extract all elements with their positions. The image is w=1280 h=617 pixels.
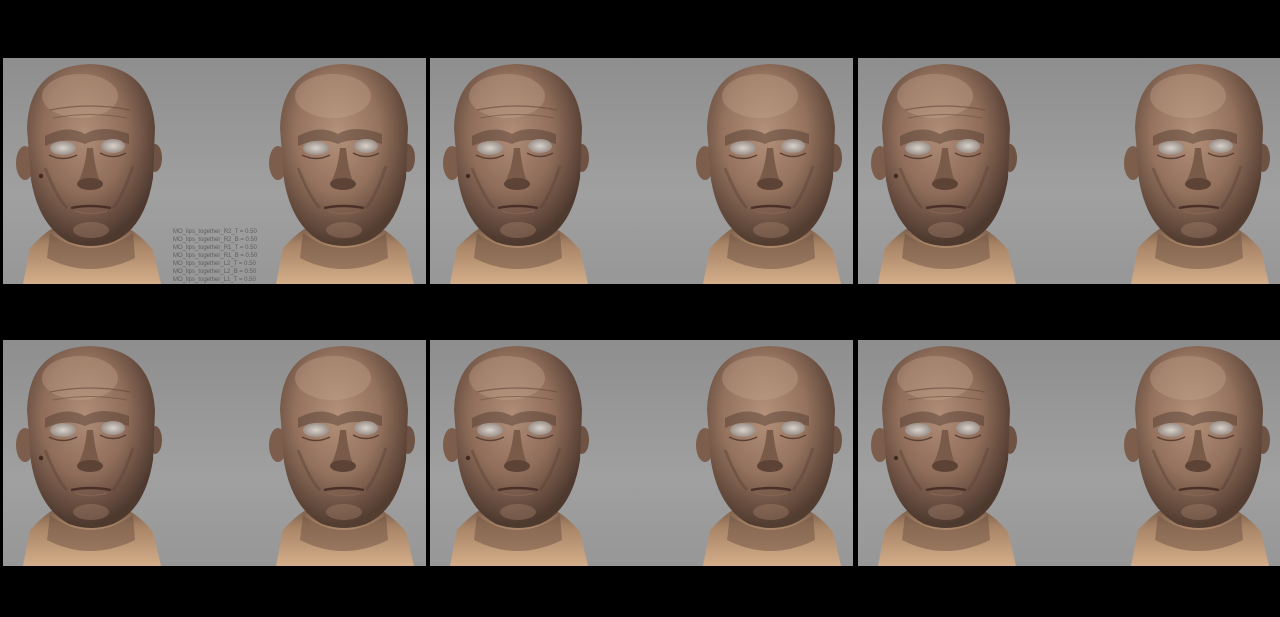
render-panel <box>3 340 426 566</box>
blendshape-value-line: MO_lips_together_L2_B = 0.50 <box>173 269 257 275</box>
younger-man-head-render <box>269 346 415 566</box>
blendshape-overlay: MO_lips_together_R2_T = 0.50 MO_lips_toge… <box>173 228 257 284</box>
old-man-head-render <box>16 346 162 566</box>
blendshape-value-line: MO_lips_together_R2_T = 0.50 <box>173 229 257 235</box>
comparison-grid: MO_lips_together_R2_T = 0.50 MO_lips_toge… <box>0 0 1280 617</box>
render-panel: MO_lips_together_R2_T = 0.50 MO_lips_toge… <box>3 58 426 284</box>
younger-man-head-render <box>1124 64 1270 284</box>
render-panel <box>858 340 1280 566</box>
younger-man-head-render <box>696 346 842 566</box>
younger-man-head-render <box>1124 346 1270 566</box>
old-man-head-render <box>443 346 589 566</box>
younger-man-head-render <box>269 64 415 284</box>
old-man-head-render <box>443 64 589 284</box>
blendshape-value-line: MO_lips_together_R1_B = 0.50 <box>173 253 258 259</box>
render-panel <box>430 340 853 566</box>
blendshape-value-line: MO_lips_together_L1_T = 0.50 <box>173 277 256 283</box>
old-man-head-render <box>871 64 1017 284</box>
old-man-head-render <box>871 346 1017 566</box>
render-panel <box>430 58 853 284</box>
old-man-head-render <box>16 64 162 284</box>
blendshape-value-line: MO_lips_together_R1_T = 0.50 <box>173 245 257 251</box>
render-panel <box>858 58 1280 284</box>
blendshape-value-line: MO_lips_together_L2_T = 0.50 <box>173 261 256 267</box>
blendshape-value-line: MO_lips_together_R2_B = 0.50 <box>173 237 258 243</box>
younger-man-head-render <box>696 64 842 284</box>
